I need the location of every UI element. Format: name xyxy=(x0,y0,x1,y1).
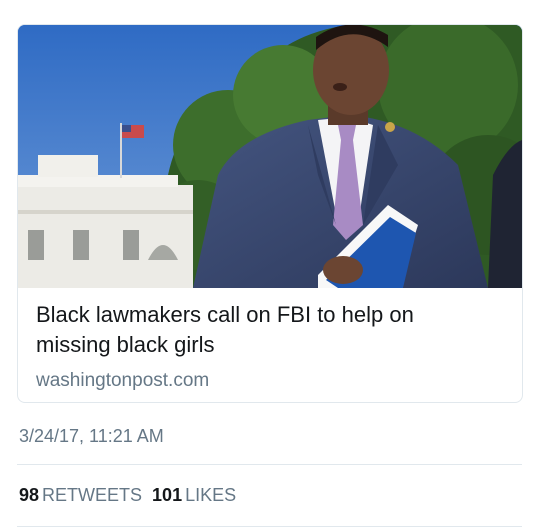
likes-label: LIKES xyxy=(185,485,237,505)
link-preview-card[interactable]: Black lawmakers call on FBI to help on m… xyxy=(17,24,523,403)
engagement-stats: 98 RETWEETS 101 LIKES xyxy=(19,483,236,507)
article-domain: washingtonpost.com xyxy=(36,370,210,391)
article-photo xyxy=(18,25,522,288)
divider xyxy=(17,526,522,527)
likes-stat[interactable]: 101 LIKES xyxy=(152,483,236,507)
divider xyxy=(17,464,522,465)
retweets-stat[interactable]: 98 RETWEETS xyxy=(19,483,142,507)
article-thumbnail-image[interactable] xyxy=(18,25,522,288)
tweet-timestamp: 3/24/17, 11:21 AM xyxy=(19,426,164,446)
likes-count: 101 xyxy=(152,485,183,505)
retweets-count: 98 xyxy=(19,485,40,505)
article-headline: Black lawmakers call on FBI to help on m… xyxy=(36,302,414,357)
retweets-label: RETWEETS xyxy=(42,485,143,505)
